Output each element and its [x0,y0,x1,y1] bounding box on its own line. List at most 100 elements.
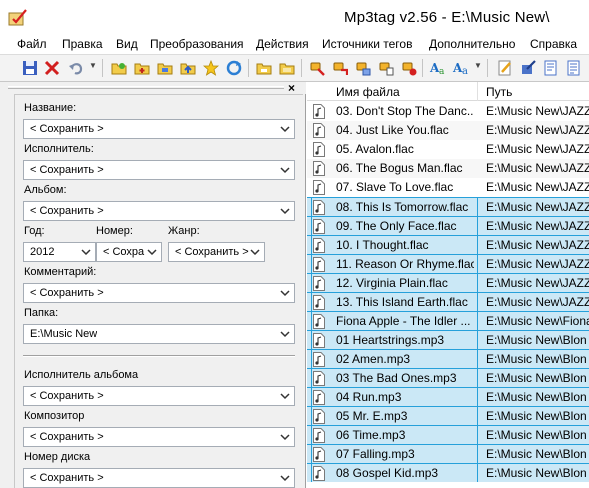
panel-grip[interactable] [8,86,284,89]
audio-file-icon [313,333,325,348]
web-source-icon[interactable] [399,58,419,78]
selection-edge [311,445,312,463]
menu-extra[interactable]: Дополнительно [429,37,515,51]
table-row[interactable]: 07 Falling.mp3 E:\Music New\Blon [307,444,589,463]
save-icon[interactable] [20,58,40,78]
table-row[interactable]: 08. This Is Tomorrow.flac E:\Music New\JA… [307,197,589,216]
file-name-cell: 05. Avalon.flac [336,142,414,156]
table-row[interactable]: 10. I Thought.flac E:\Music New\JAZZ [307,235,589,254]
selection-column-separator [477,407,478,425]
tag-to-filename-icon[interactable] [307,58,327,78]
table-row[interactable]: 06 Time.mp3 E:\Music New\Blon [307,425,589,444]
remove-tag-icon[interactable] [42,58,62,78]
column-separator[interactable] [477,82,478,101]
file-name-cell: Fiona Apple - The Idler ... [336,314,471,328]
chevron-down-icon [250,249,260,256]
selection-column-separator [477,445,478,463]
edit-icon[interactable] [495,58,515,78]
title-value: < Сохранить > [30,123,104,135]
case-conversion-icon[interactable]: Aa [428,58,448,78]
table-row[interactable]: 12. Virginia Plain.flac E:\Music New\JAZZ [307,273,589,292]
selection-edge [311,236,312,254]
chevron-down-icon [280,167,290,174]
menu-convert[interactable]: Преобразования [150,37,244,51]
table-row[interactable]: 04. Just Like You.flac E:\Music New\JAZZ [307,121,589,140]
table-row[interactable]: 06. The Bogus Man.flac E:\Music New\JAZZ [307,159,589,178]
file-name-cell: 07. Slave To Love.flac [336,180,454,194]
menu-view[interactable]: Вид [116,37,138,51]
artist-combo[interactable]: < Сохранить > [23,160,295,180]
table-row[interactable]: 13. This Island Earth.flac E:\Music New\J… [307,292,589,311]
file-list: Имя файла Путь 03. Don't Stop The Danc..… [307,82,589,488]
table-row[interactable]: 08 Gospel Kid.mp3 E:\Music New\Blon [307,463,589,482]
table-row[interactable]: 11. Reason Or Rhyme.flac E:\Music New\JAZ… [307,254,589,273]
table-row[interactable]: Fiona Apple - The Idler ... E:\Music New\… [307,311,589,330]
add-folder-icon[interactable] [132,58,152,78]
chevron-down-icon [280,434,290,441]
selection-edge [311,369,312,387]
panel-divider [23,355,295,357]
favorites-icon[interactable] [201,58,221,78]
table-row[interactable]: 09. The Only Face.flac E:\Music New\JAZZ [307,216,589,235]
year-combo[interactable]: 2012 [23,242,96,262]
file-path-cell: E:\Music New\JAZZ [486,200,589,214]
close-icon[interactable]: × [288,81,295,95]
folder-combo[interactable]: E:\Music New [23,324,295,344]
audio-file-icon [313,314,325,329]
open-folder-icon[interactable] [109,58,129,78]
selection-column-separator [477,255,478,273]
text-file-icon[interactable] [376,58,396,78]
refresh-icon[interactable] [224,58,244,78]
file-name-cell: 11. Reason Or Rhyme.flac [336,257,474,271]
disc-combo[interactable]: < Сохранить > [23,468,295,488]
table-row[interactable]: 05. Avalon.flac E:\Music New\JAZZ [307,140,589,159]
folder-up-icon[interactable] [178,58,198,78]
table-row[interactable]: 07. Slave To Love.flac E:\Music New\JAZZ [307,178,589,197]
actions-dropdown-icon[interactable]: ▼ [474,61,482,75]
selection-column-separator [477,293,478,311]
audio-file-icon [313,104,325,119]
album-combo[interactable]: < Сохранить > [23,201,295,221]
table-row[interactable]: 05 Mr. E.mp3 E:\Music New\Blon [307,406,589,425]
table-row[interactable]: 03 The Bad Ones.mp3 E:\Music New\Blon [307,368,589,387]
audio-file-icon [313,409,325,424]
file-path-cell: E:\Music New\Blon [486,466,587,480]
year-value: 2012 [30,246,55,258]
options-icon[interactable] [541,58,561,78]
menu-edit[interactable]: Правка [62,37,103,51]
composer-combo[interactable]: < Сохранить > [23,427,295,447]
file-path-cell: E:\Music New\JAZZ [486,276,589,290]
track-combo[interactable]: < Сохра [96,242,162,262]
table-row[interactable]: 03. Don't Stop The Danc... E:\Music New\J… [307,102,589,121]
filename-filename-icon[interactable] [353,58,373,78]
selection-column-separator [477,350,478,368]
table-row[interactable]: 04 Run.mp3 E:\Music New\Blon [307,387,589,406]
playlist-icon[interactable] [254,58,274,78]
menu-tag-sources[interactable]: Источники тегов [322,37,412,51]
tag-panel: × Название: < Сохранить > Исполнитель: <… [0,81,306,488]
comment-combo[interactable]: < Сохранить > [23,283,295,303]
tag-sources-icon[interactable] [518,58,538,78]
actions-icon[interactable]: Aa [451,58,471,78]
menu-actions[interactable]: Действия [256,37,309,51]
file-name-cell: 05 Mr. E.mp3 [336,409,408,423]
filename-to-tag-icon[interactable] [330,58,350,78]
table-row[interactable]: 01 Heartstrings.mp3 E:\Music New\Blon [307,330,589,349]
album-artist-combo[interactable]: < Сохранить > [23,386,295,406]
subfolder-icon[interactable] [155,58,175,78]
table-row[interactable]: 02 Amen.mp3 E:\Music New\Blon [307,349,589,368]
title-combo[interactable]: < Сохранить > [23,119,295,139]
file-name-cell: 04 Run.mp3 [336,390,402,404]
column-filename[interactable]: Имя файла [336,85,400,99]
column-path[interactable]: Путь [486,85,512,99]
undo-icon[interactable] [66,58,86,78]
undo-dropdown-icon[interactable]: ▼ [89,61,97,75]
menu-file[interactable]: Файл [17,37,47,51]
selection-edge [311,312,312,330]
genre-combo[interactable]: < Сохранить > [168,242,265,262]
export-icon[interactable] [277,58,297,78]
file-name-cell: 06 Time.mp3 [336,428,406,442]
help-icon[interactable] [564,58,584,78]
menu-help[interactable]: Справка [530,37,577,51]
selection-edge [311,407,312,425]
